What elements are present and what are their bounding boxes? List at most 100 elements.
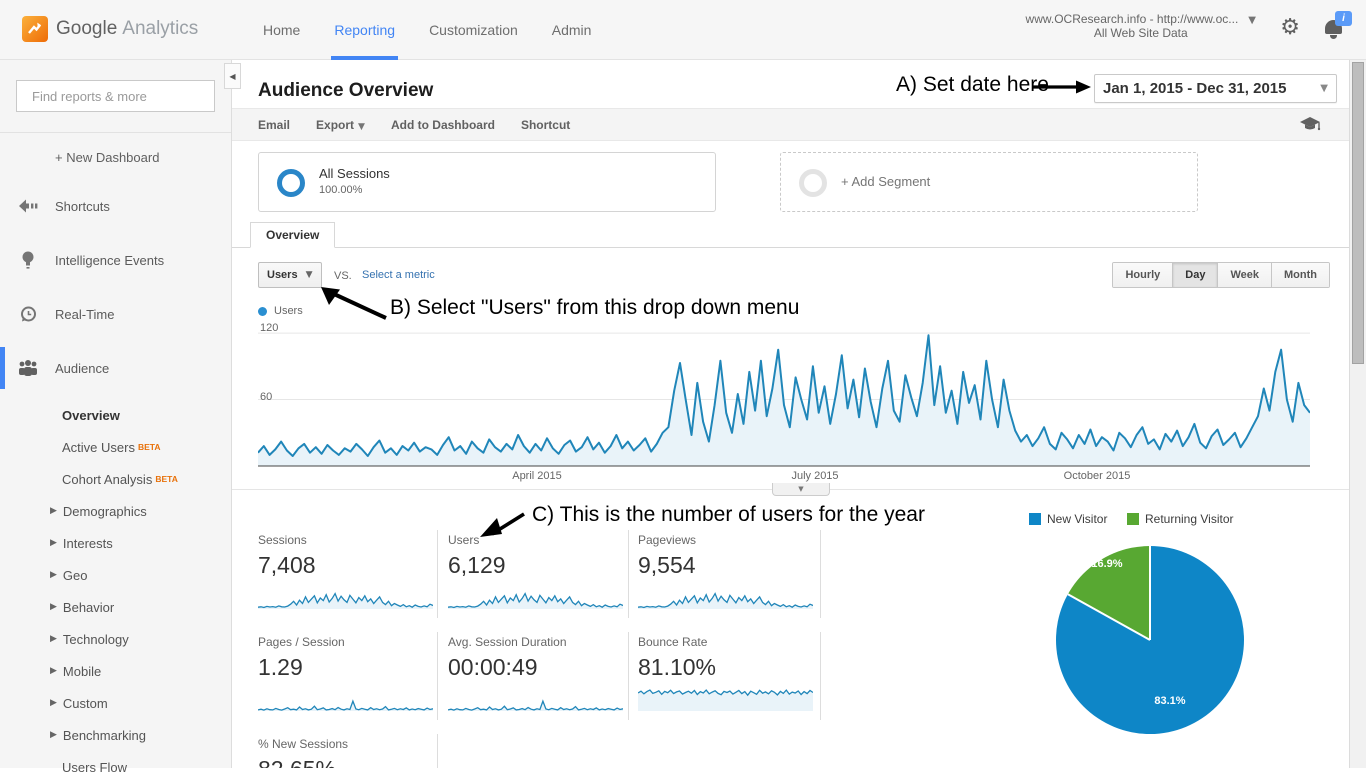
audience-icon [18,360,38,376]
expander-icon: ▶ [50,602,57,612]
education-cap-icon[interactable] [1299,116,1321,134]
metric-value: 9,554 [638,552,696,578]
sidebar-item-new-dashboard[interactable]: + New Dashboard [0,133,231,179]
granularity-week[interactable]: Week [1217,263,1272,287]
metric-divider [437,632,438,720]
shortcuts-icon [18,199,38,213]
sidebar-item-real-time[interactable]: Real-Time [0,287,231,341]
metric-users[interactable]: Users 6,129 [447,533,626,616]
metric-divider [628,632,629,720]
report-search[interactable] [16,80,215,112]
granularity-month[interactable]: Month [1271,263,1329,287]
top-nav: Home Reporting Customization Admin [246,0,608,60]
segment-all-sessions[interactable]: All Sessions 100.00% [258,152,716,212]
subnav-technology[interactable]: ▶ Technology [0,623,231,655]
email-button[interactable]: Email [258,118,290,132]
sidebar-item-shortcuts[interactable]: Shortcuts [0,179,231,233]
nav-customization[interactable]: Customization [412,0,535,60]
new-visitor-swatch-icon [1029,513,1041,525]
annotation-b: B) Select "Users" from this drop down me… [390,296,800,319]
metric-sessions[interactable]: Sessions 7,408 [257,533,436,616]
tab-overview[interactable]: Overview [250,222,336,248]
chart-legend: Users [258,305,303,317]
metric-bounce-rate[interactable]: Bounce Rate 81.10% [637,635,816,718]
granularity-hourly[interactable]: Hourly [1113,263,1173,287]
analytics-logo-icon [22,16,48,42]
add-segment-button[interactable]: + Add Segment [780,152,1198,212]
metric-pageviews[interactable]: Pageviews 9,554 [637,533,816,616]
segment-ring-icon [799,169,827,197]
x-tick-july: July 2015 [791,470,839,482]
subnav-active-users[interactable]: Active Users BETA [0,431,231,463]
top-bar: Google Analytics Home Reporting Customiza… [0,0,1366,60]
y-axis-tick-60: 60 [260,391,273,403]
audience-subnav: Overview Active Users BETA Cohort Analysi… [0,395,231,783]
nav-home[interactable]: Home [246,0,317,60]
pie-legend-label: Returning Visitor [1145,512,1234,526]
subnav-cohort-analysis[interactable]: Cohort Analysis BETA [0,463,231,495]
subnav-benchmarking[interactable]: ▶ Benchmarking [0,719,231,751]
notifications-button[interactable]: i [1325,11,1352,34]
subnav-mobile[interactable]: ▶ Mobile [0,655,231,687]
clock-bubble-icon [18,306,38,323]
shortcut-button[interactable]: Shortcut [521,118,570,132]
subnav-interests[interactable]: ▶ Interests [0,527,231,559]
report-toolbar: Email Export ▼ Add to Dashboard Shortcut [232,108,1349,141]
add-to-dashboard-button[interactable]: Add to Dashboard [391,118,495,132]
users-line-chart[interactable] [257,325,1311,467]
metric-pages-per-session[interactable]: Pages / Session 1.29 [257,635,436,718]
account-selector[interactable]: www.OCResearch.info - http://www.oc... ▼ … [1026,12,1256,40]
metric-divider [437,734,438,768]
metric-divider [820,530,821,618]
metric-label: Avg. Session Duration [448,635,567,649]
date-range-selector[interactable]: Jan 1, 2015 - Dec 31, 2015 ▼ [1094,74,1337,103]
metric-dropdown-value: Users [267,269,298,281]
metric-label: Pageviews [638,533,697,547]
pie-legend-label: New Visitor [1047,512,1108,526]
subnav-behavior[interactable]: ▶ Behavior [0,591,231,623]
metric-percent-new-sessions[interactable]: % New Sessions 82.65% [258,737,436,768]
metric-label: Users [448,533,480,547]
sidebar-item-audience[interactable]: Audience [0,341,231,395]
subnav-users-flow[interactable]: Users Flow [0,751,231,783]
metric-label: Pages / Session [258,635,345,649]
main-content: Audience Overview A) Set date here Jan 1… [232,60,1349,768]
x-axis-labels: April 2015 July 2015 October 2015 [258,470,1310,484]
returning-visitor-percent: 16.9% [1091,558,1123,570]
subnav-demographics[interactable]: ▶ Demographics [0,495,231,527]
pie-slice-separator [1149,546,1151,640]
metric-avg-session-duration[interactable]: Avg. Session Duration 00:00:49 [447,635,626,718]
sidebar-item-intelligence-events[interactable]: Intelligence Events [0,233,231,287]
nav-admin[interactable]: Admin [535,0,609,60]
metric-value: 1.29 [258,654,303,680]
subnav-overview[interactable]: Overview [0,399,231,431]
subnav-custom[interactable]: ▶ Custom [0,687,231,719]
metric-label: Sessions [258,533,307,547]
google-analytics-logo[interactable]: Google Analytics [22,16,198,42]
page-scrollbar [1349,60,1366,768]
metric-value: 81.10% [638,654,717,680]
nav-reporting[interactable]: Reporting [317,0,412,60]
segment-name: All Sessions [319,166,390,181]
users-series-label: Users [274,305,303,317]
account-view: All Web Site Data [1093,26,1188,40]
select-metric-link[interactable]: Select a metric [362,269,435,281]
x-tick-october: October 2015 [1063,470,1131,482]
subnav-geo[interactable]: ▶ Geo [0,559,231,591]
granularity-day[interactable]: Day [1172,263,1218,287]
annotation-b-arrow [321,287,387,320]
sidebar-collapse-button[interactable]: ◀ [224,63,241,89]
scrollbar-thumb[interactable] [1352,62,1364,364]
export-button[interactable]: Export ▼ [316,118,365,132]
granularity-toggle: Hourly Day Week Month [1112,262,1330,288]
search-input[interactable] [32,88,208,104]
collapse-chart-button[interactable]: ▼ [772,483,830,496]
metric-dropdown[interactable]: Users ▼ [258,262,322,288]
metric-value: 7,408 [258,552,316,578]
y-axis-tick-120: 120 [260,322,279,334]
expander-icon: ▶ [50,666,57,676]
expander-icon: ▶ [50,506,57,516]
annotation-c: C) This is the number of users for the y… [532,503,925,526]
gear-icon[interactable]: ⚙ [1280,15,1300,40]
visitor-type-pie-chart[interactable]: 16.9% 83.1% [1056,546,1244,734]
